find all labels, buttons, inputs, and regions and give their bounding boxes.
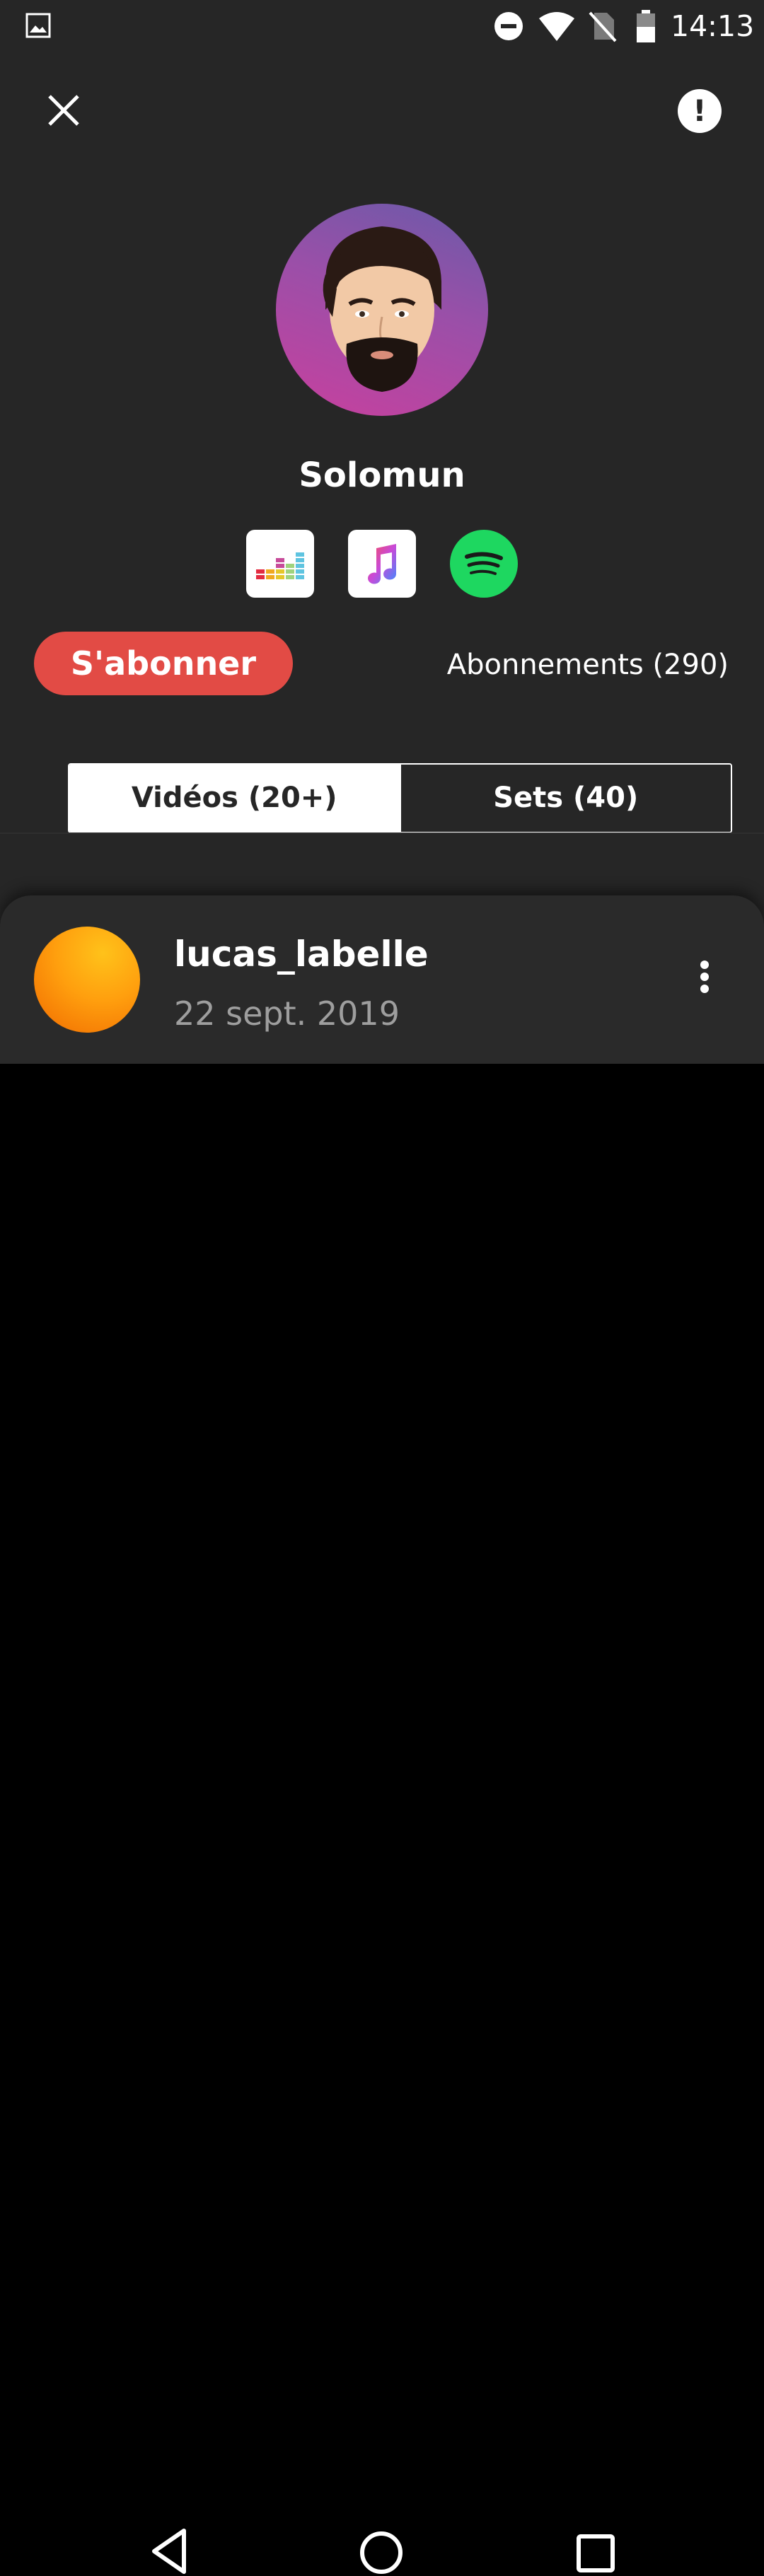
status-time: 14:13 xyxy=(671,9,755,43)
subscribe-button[interactable]: S'abonner xyxy=(34,632,293,695)
spotify-icon xyxy=(465,552,503,575)
back-icon[interactable] xyxy=(149,2526,191,2576)
deezer-button[interactable] xyxy=(246,530,314,598)
list-item-date: 22 sept. 2019 xyxy=(174,994,400,1033)
list-item[interactable]: lucas_labelle 22 sept. 2019 xyxy=(0,895,764,1064)
content-tabs: Vidéos (20+) Sets (40) xyxy=(68,763,732,833)
list-item-username[interactable]: lucas_labelle xyxy=(174,931,429,977)
subscriptions-link[interactable]: Abonnements (290) xyxy=(447,644,729,686)
more-options-icon[interactable] xyxy=(690,958,719,1002)
spotify-button[interactable] xyxy=(450,530,518,598)
home-icon[interactable] xyxy=(359,2531,403,2575)
apple-music-button[interactable] xyxy=(348,530,416,598)
battery-icon xyxy=(637,10,655,42)
profile-screen: 14:13 ! Solomun S'abonner Abonnements (2… xyxy=(0,0,764,1064)
no-sim-icon xyxy=(589,11,617,42)
artist-avatar xyxy=(276,204,488,416)
divider xyxy=(0,832,764,834)
status-bar: 14:13 xyxy=(0,0,764,54)
recent-apps-icon[interactable] xyxy=(576,2534,615,2573)
deezer-icon xyxy=(256,552,304,579)
gallery-icon xyxy=(25,13,51,38)
navigation-bar xyxy=(0,1245,764,2574)
close-icon[interactable] xyxy=(45,92,82,129)
tab-videos[interactable]: Vidéos (20+) xyxy=(69,765,400,832)
artist-name: Solomun xyxy=(299,456,465,495)
wifi-icon xyxy=(539,12,574,41)
report-button[interactable]: ! xyxy=(678,89,722,133)
bearded-face-illustration xyxy=(323,226,441,392)
avatar[interactable] xyxy=(34,927,140,1033)
dnd-icon xyxy=(494,12,523,40)
tab-sets[interactable]: Sets (40) xyxy=(399,765,731,832)
apple-music-icon xyxy=(368,544,397,584)
